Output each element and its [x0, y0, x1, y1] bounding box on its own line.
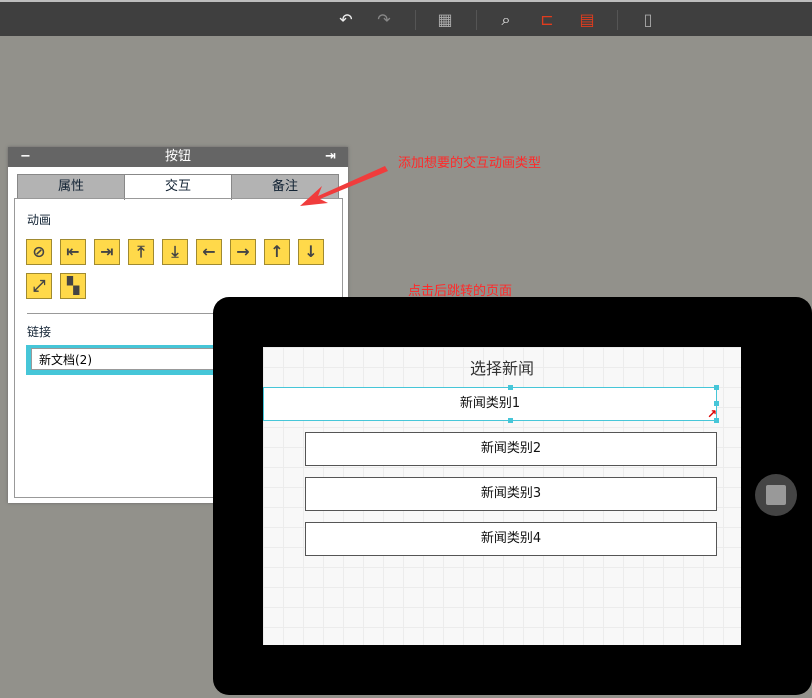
device-screen: 选择新闻 新闻类别1 ↗ 新闻类别2 新闻类别3 新闻类别4 [263, 347, 741, 645]
news-category-button[interactable]: 新闻类别1 [263, 387, 717, 421]
news-category-button[interactable]: 新闻类别2 [305, 432, 717, 466]
arrow-icon [300, 166, 388, 206]
news-category-button[interactable]: 新闻类别4 [305, 522, 717, 556]
home-button[interactable] [755, 474, 797, 516]
link-indicator-icon: ↗ [707, 407, 718, 421]
screen-title: 选择新闻 [469, 359, 534, 378]
news-category-button[interactable]: 新闻类别3 [305, 477, 717, 511]
